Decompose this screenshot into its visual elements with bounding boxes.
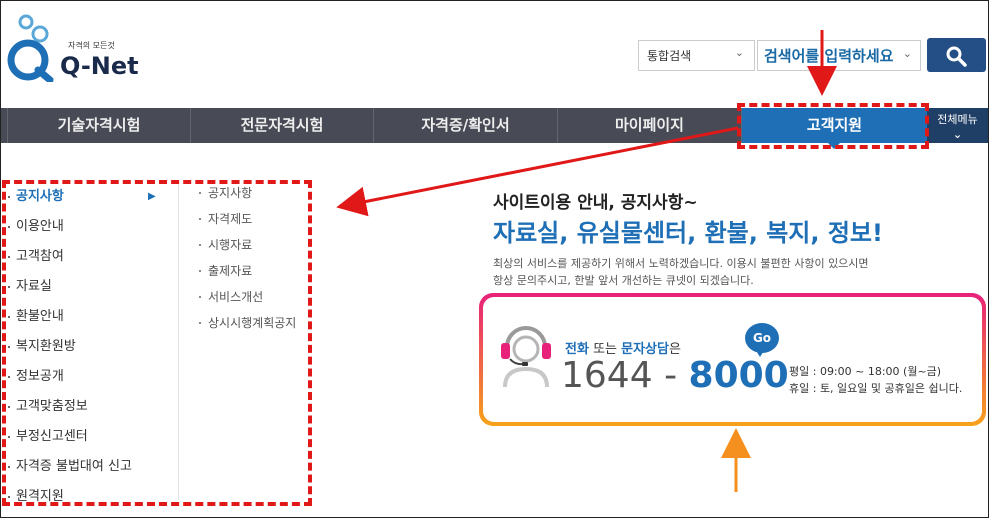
phone-part-2: 8000 (688, 355, 789, 396)
phone-separator: - (664, 355, 678, 396)
logo-tagline: 자격의 모든것 (68, 41, 115, 50)
qnet-logo[interactable]: 자격의 모든것 Q-Net (4, 12, 139, 92)
guide-subheading: 자료실, 유실물센터, 환불, 복지, 정보! (493, 219, 883, 247)
chevron-down-icon: ⌄ (734, 46, 744, 59)
nav-pro-exam[interactable]: 전문자격시험 (190, 108, 373, 143)
search-icon (946, 46, 967, 67)
chevron-down-icon: ⌄ (902, 47, 912, 60)
annotation-box-nav (737, 103, 929, 149)
annotation-box-sidebar (2, 180, 312, 506)
search-category-select[interactable]: 통합검색 ⌄ (638, 40, 755, 71)
contact-box-inner: 전화 또는 문자상담은 Go 1644 - 8000 평일 : 09:00 ~ … (483, 297, 982, 422)
all-menu-label: 전체메뉴 (937, 113, 978, 126)
search-input[interactable]: 검색어를 입력하세요 ⌄ (757, 40, 921, 71)
weekday-hours: 평일 : 09:00 ~ 18:00 (월~금) (789, 365, 942, 378)
guide-desc-line-2: 항상 문의주시고, 한발 앞서 개선하는 큐넷이 되겠습니다. (493, 274, 754, 287)
guide-description: 최상의 서비스를 제공하기 위해서 노력하겠습니다. 이용시 불편한 사항이 있… (493, 255, 869, 289)
search-category-label: 통합검색 (647, 49, 692, 63)
all-menu-button[interactable]: 전체메뉴 ⌄ (927, 108, 988, 143)
chevron-down-icon: ⌄ (952, 128, 963, 141)
search-placeholder: 검색어를 입력하세요 (764, 47, 894, 65)
logo-brand: Q-Net (60, 52, 139, 80)
nav-mypage[interactable]: 마이페이지 (557, 108, 741, 143)
nav-certificate[interactable]: 자격증/확인서 (373, 108, 557, 143)
nav-tech-exam[interactable]: 기술자격시험 (7, 108, 190, 143)
holiday-notice: 휴일 : 토, 일요일 및 공휴일은 쉽니다. (789, 382, 963, 395)
search-button[interactable] (927, 38, 986, 72)
phone-part-1: 1644 (561, 355, 653, 396)
go-chat-button[interactable]: Go (745, 323, 779, 357)
business-hours: 평일 : 09:00 ~ 18:00 (월~금) 휴일 : 토, 일요일 및 공… (789, 363, 962, 397)
guide-desc-line-1: 최상의 서비스를 제공하기 위해서 노력하겠습니다. 이용시 불편한 사항이 있… (493, 257, 869, 270)
phone-number: 1644 - 8000 (561, 355, 789, 396)
guide-heading: 사이트이용 안내, 공지사항~ (493, 193, 698, 213)
headset-agent-icon (501, 326, 551, 388)
logo-circles-icon (7, 14, 54, 84)
contact-box: 전화 또는 문자상담은 Go 1644 - 8000 평일 : 09:00 ~ … (479, 293, 986, 426)
